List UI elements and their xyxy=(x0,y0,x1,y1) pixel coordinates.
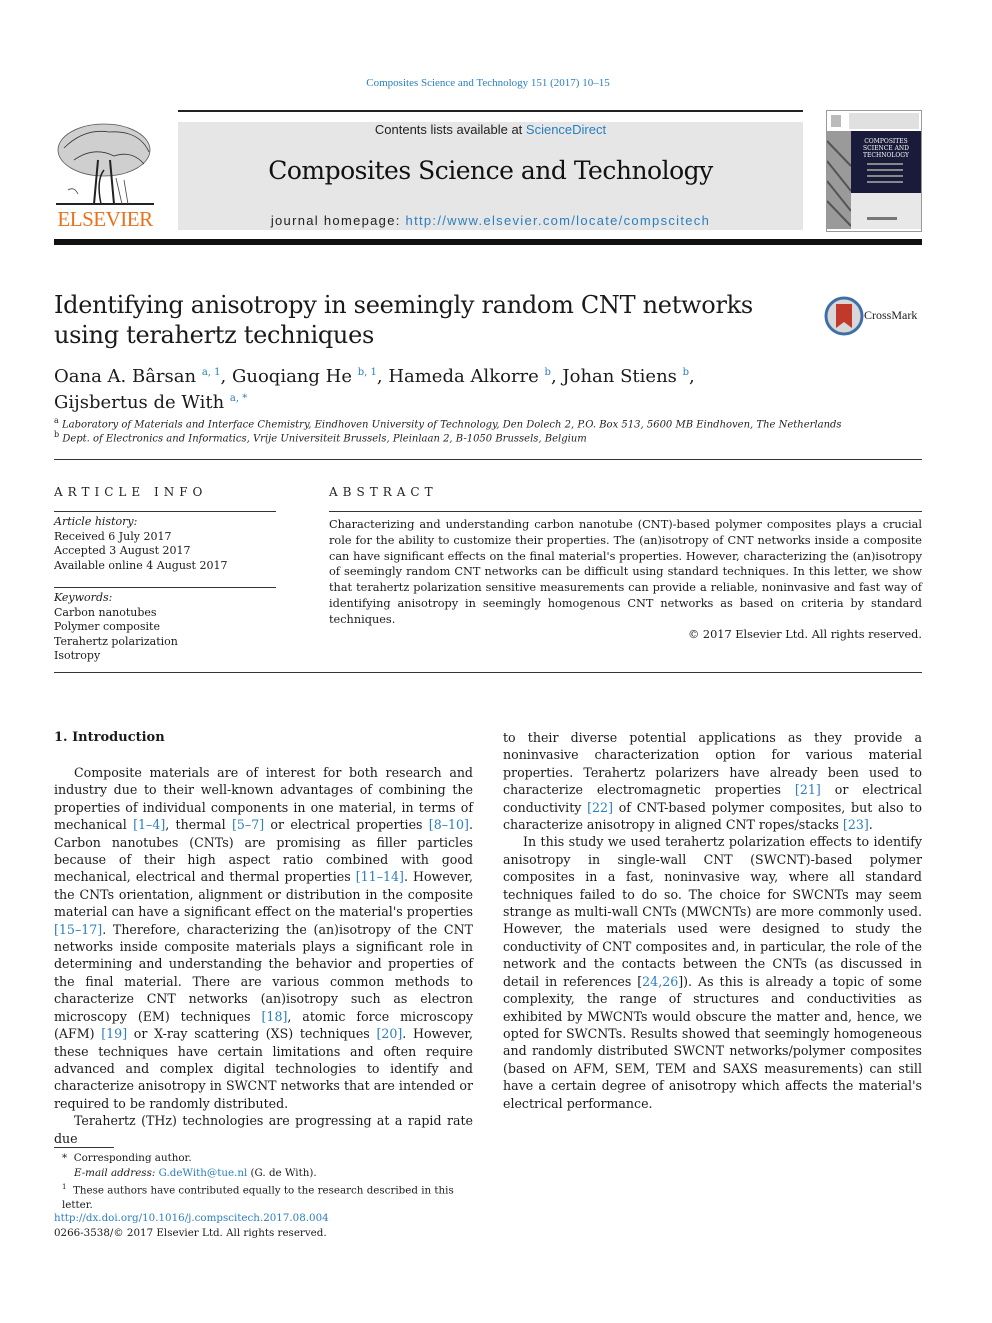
abstract-copyright: © 2017 Elsevier Ltd. All rights reserved… xyxy=(688,628,922,641)
homepage-link[interactable]: http://www.elsevier.com/locate/compscite… xyxy=(406,213,711,228)
body-paragraph: Composite materials are of interest for … xyxy=(54,764,473,1112)
crossmark-label: CrossMark xyxy=(864,308,918,322)
keyword: Terahertz polarization xyxy=(54,634,178,648)
svg-text:TECHNOLOGY: TECHNOLOGY xyxy=(863,152,910,159)
affiliation-a: a Laboratory of Materials and Interface … xyxy=(54,416,842,431)
keyword: Polymer composite xyxy=(54,620,160,633)
elsevier-logo[interactable]: ELSEVIER xyxy=(54,120,156,232)
affiliation-b: b Dept. of Electronics and Informatics, … xyxy=(54,430,587,445)
journal-header-box: Contents lists available at ScienceDirec… xyxy=(178,122,803,230)
doi-link[interactable]: http://dx.doi.org/10.1016/j.compscitech.… xyxy=(54,1211,329,1226)
section-heading: 1. Introduction xyxy=(54,730,165,745)
footnote-email: E-mail address: G.deWith@tue.nl (G. de W… xyxy=(74,1166,317,1179)
svg-text:SCIENCE AND: SCIENCE AND xyxy=(863,145,909,152)
history-label: Article history: xyxy=(54,515,138,528)
homepage-label: journal homepage: xyxy=(270,213,406,228)
history-received: Received 6 July 2017 xyxy=(54,529,172,543)
crossmark-button[interactable]: CrossMark xyxy=(824,296,924,336)
citation-link[interactable]: [19] xyxy=(101,1026,127,1041)
abstract-text: Characterizing and understanding carbon … xyxy=(329,518,922,626)
author[interactable]: Hameda Alkorre b, xyxy=(388,366,562,387)
citation-link[interactable]: [1–4] xyxy=(133,817,165,832)
body-paragraph: In this study we used terahertz polariza… xyxy=(503,833,922,1112)
body-paragraph: Terahertz (THz) technologies are progres… xyxy=(54,1112,473,1147)
body-column-right: to their diverse potential applications … xyxy=(503,729,922,1112)
abstract-heading: ABSTRACT xyxy=(329,485,438,499)
footnotes: * Corresponding author. E-mail address: … xyxy=(54,1151,484,1212)
journal-cover-icon: COMPOSITES SCIENCE AND TECHNOLOGY xyxy=(827,111,921,231)
article-info-heading: ARTICLE INFO xyxy=(54,485,208,499)
body-text: or electrical properties xyxy=(264,817,429,833)
journal-reference-link[interactable]: Composites Science and Technology 151 (2… xyxy=(0,77,976,89)
author[interactable]: Guoqiang He b, 1, xyxy=(232,366,388,387)
journal-title: Composites Science and Technology xyxy=(268,156,713,185)
history-online: Available online 4 August 2017 xyxy=(54,558,228,572)
issn-copyright: 0266-3538/© 2017 Elsevier Ltd. All right… xyxy=(54,1227,327,1239)
citation-link[interactable]: [15–17] xyxy=(54,922,102,937)
keyword: Carbon nanotubes xyxy=(54,605,157,619)
citation-link[interactable]: [5–7] xyxy=(232,817,264,832)
footnote-rule xyxy=(54,1147,114,1148)
author-list: Oana A. Bârsan a, 1, Guoqiang He b, 1, H… xyxy=(54,362,814,414)
body-text: ]). As this is already a topic of some c… xyxy=(503,973,922,1111)
contents-available: Contents lists available at ScienceDirec… xyxy=(178,122,803,137)
email-link[interactable]: G.deWith@tue.nl xyxy=(159,1167,248,1179)
article-history: Article history: Received 6 July 2017 Ac… xyxy=(54,515,276,573)
crossmark-icon xyxy=(824,296,864,336)
author[interactable]: Gijsbertus de With a, * xyxy=(54,392,247,413)
keywords-label: Keywords: xyxy=(54,591,113,604)
footnote-corresponding: * Corresponding author. xyxy=(62,1152,192,1164)
body-text: or X-ray scattering (XS) techniques xyxy=(127,1026,377,1042)
body-text: . xyxy=(868,817,873,833)
body-column-left: Composite materials are of interest for … xyxy=(54,764,473,1147)
divider xyxy=(54,511,276,512)
citation-link[interactable]: [11–14] xyxy=(356,869,404,884)
divider xyxy=(54,672,922,673)
body-text: In this study we used terahertz polariza… xyxy=(503,834,922,989)
divider xyxy=(329,511,922,512)
keywords: Keywords: Carbon nanotubes Polymer compo… xyxy=(54,591,276,664)
svg-text:COMPOSITES: COMPOSITES xyxy=(864,138,908,145)
keyword: Isotropy xyxy=(54,649,101,662)
citation-link[interactable]: [23] xyxy=(843,817,869,832)
divider xyxy=(54,587,276,588)
contents-prefix: Contents lists available at xyxy=(374,122,526,137)
journal-homepage: journal homepage: http://www.elsevier.co… xyxy=(178,213,803,228)
citation-link[interactable]: [21] xyxy=(795,782,821,797)
citation-link[interactable]: [18] xyxy=(262,1009,288,1024)
sciencedirect-link[interactable]: ScienceDirect xyxy=(526,122,606,137)
elsevier-wordmark: ELSEVIER xyxy=(57,207,153,231)
journal-cover-thumbnail[interactable]: COMPOSITES SCIENCE AND TECHNOLOGY xyxy=(826,110,922,232)
elsevier-tree-icon xyxy=(56,123,154,205)
body-text: , thermal xyxy=(165,817,232,833)
article-title: Identifying anisotropy in seemingly rand… xyxy=(54,291,753,349)
citation-link[interactable]: [8–10] xyxy=(429,817,469,832)
footnote-equal-contribution: 1 These authors have contributed equally… xyxy=(62,1183,454,1211)
citation-link[interactable]: [20] xyxy=(376,1026,402,1041)
body-paragraph: to their diverse potential applications … xyxy=(503,729,922,833)
body-text: Terahertz (THz) technologies are progres… xyxy=(54,1113,473,1146)
header-thick-rule xyxy=(54,239,922,245)
doi-block: http://dx.doi.org/10.1016/j.compscitech.… xyxy=(54,1211,329,1241)
header-top-rule xyxy=(178,110,803,112)
author[interactable]: Johan Stiens b, xyxy=(562,366,694,387)
history-accepted: Accepted 3 August 2017 xyxy=(54,544,191,557)
citation-link[interactable]: [22] xyxy=(587,800,613,815)
author[interactable]: Oana A. Bârsan a, 1, xyxy=(54,366,232,387)
citation-link[interactable]: 24,26 xyxy=(642,974,678,989)
divider xyxy=(54,459,922,460)
